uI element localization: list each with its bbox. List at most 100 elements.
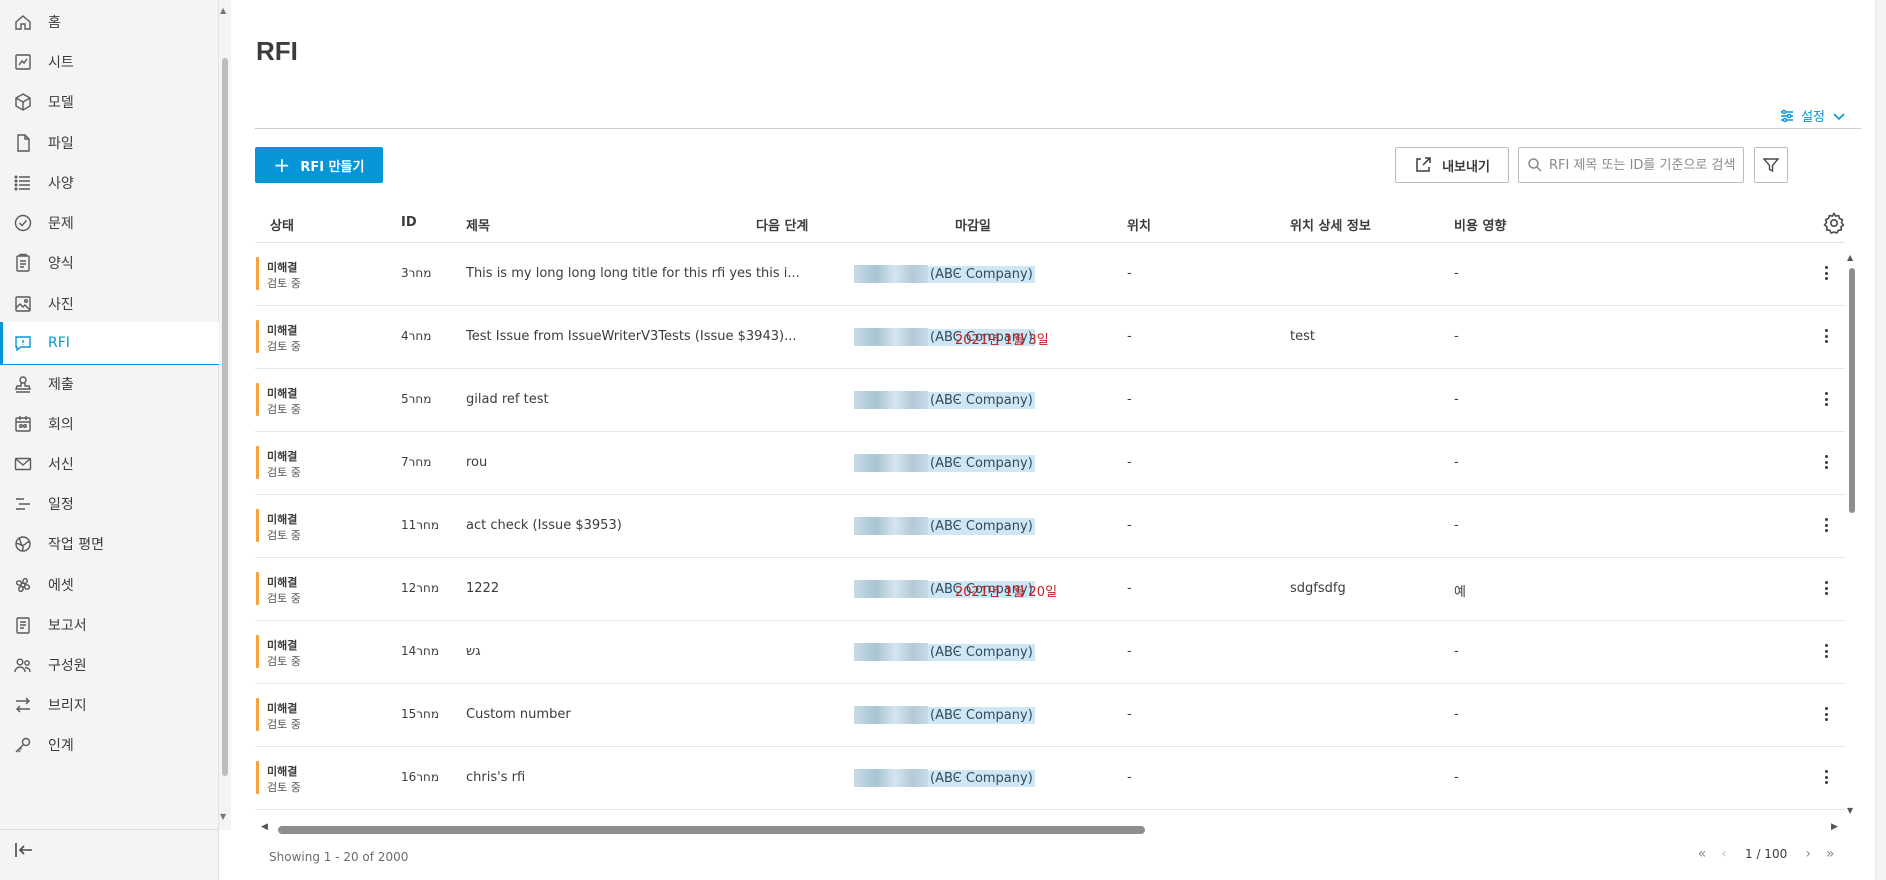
rfi-title[interactable]: 1222 bbox=[466, 581, 806, 596]
company-name: (ABC Company) bbox=[928, 706, 1035, 724]
sidebar-item-home[interactable]: 홈 bbox=[0, 0, 219, 43]
search-input[interactable] bbox=[1549, 157, 1739, 173]
scroll-up-arrow[interactable]: ▲ bbox=[220, 6, 226, 15]
next-page-icon[interactable]: › bbox=[1797, 846, 1819, 862]
table-row[interactable]: 미해결 검토 중 16מחר chris's rfi (ABC Company) - - - bbox=[255, 747, 1845, 810]
scroll-down-arrow[interactable]: ▼ bbox=[1847, 806, 1853, 815]
more-actions-icon[interactable] bbox=[1818, 515, 1834, 535]
search-field[interactable] bbox=[1518, 147, 1744, 183]
scroll-down-arrow[interactable]: ▼ bbox=[220, 812, 226, 821]
rfi-title[interactable]: גש bbox=[466, 644, 806, 659]
table-horizontal-scrollbar[interactable]: ◀ ▶ bbox=[261, 822, 1841, 836]
rfi-title[interactable]: rou bbox=[466, 455, 806, 470]
more-actions-icon[interactable] bbox=[1818, 704, 1834, 724]
rfi-id: 4מחר bbox=[401, 329, 432, 343]
sidebar-item-schedule[interactable]: 일정 bbox=[0, 482, 219, 525]
rfi-title[interactable]: chris's rfi bbox=[466, 770, 806, 785]
table-hscroll-thumb[interactable] bbox=[278, 826, 1145, 834]
window-scrollbar[interactable] bbox=[1875, 0, 1886, 880]
sidebar-scroll-thumb[interactable] bbox=[222, 58, 228, 776]
collapse-sidebar-icon[interactable] bbox=[12, 838, 36, 862]
sidebar-item-report[interactable]: 보고서 bbox=[0, 603, 219, 646]
status-label: 미해결 bbox=[267, 387, 298, 400]
sidebar-item-members[interactable]: 구성원 bbox=[0, 643, 219, 686]
sidebar-item-spec[interactable]: 사양 bbox=[0, 161, 219, 204]
table-row[interactable]: 미해결 검토 중 5מחר gilad ref test (ABC Company) - -… bbox=[255, 369, 1845, 432]
column-header-location-detail[interactable]: 위치 상세 정보 bbox=[1290, 215, 1371, 234]
column-header-due-date[interactable]: 마감일 bbox=[955, 215, 991, 234]
export-button[interactable]: 내보내기 bbox=[1395, 147, 1509, 183]
last-page-icon[interactable]: » bbox=[1819, 846, 1841, 862]
pagination-summary: Showing 1 - 20 of 2000 bbox=[269, 850, 409, 864]
location: - bbox=[1127, 770, 1132, 785]
column-header-id[interactable]: ID bbox=[401, 215, 417, 230]
scroll-right-arrow[interactable]: ▶ bbox=[1831, 822, 1838, 832]
sidebar-item-submittal[interactable]: 제출 bbox=[0, 362, 219, 405]
more-actions-icon[interactable] bbox=[1818, 326, 1834, 346]
rfi-title[interactable]: This is my long long long title for this… bbox=[466, 266, 806, 281]
mail-icon bbox=[12, 453, 34, 475]
location: - bbox=[1127, 266, 1132, 281]
status-indicator bbox=[256, 446, 259, 479]
column-header-status[interactable]: 상태 bbox=[270, 215, 294, 234]
rfi-title[interactable]: gilad ref test bbox=[466, 392, 806, 407]
sidebar-item-form[interactable]: 양식 bbox=[0, 241, 219, 284]
first-page-icon[interactable]: « bbox=[1691, 846, 1713, 862]
more-actions-icon[interactable] bbox=[1818, 452, 1834, 472]
table-vertical-scrollbar[interactable]: ▲ ▼ bbox=[1845, 253, 1859, 817]
due-date: - bbox=[955, 707, 960, 722]
sidebar-item-photo[interactable]: 사진 bbox=[0, 282, 219, 325]
create-rfi-button[interactable]: + RFI 만들기 bbox=[255, 147, 383, 183]
column-header-title[interactable]: 제목 bbox=[466, 215, 490, 234]
sidebar-item-workplane[interactable]: 작업 평면 bbox=[0, 522, 219, 565]
table-row[interactable]: 미해결 검토 중 15מחר Custom number (ABC Company) - -… bbox=[255, 684, 1845, 747]
column-header-cost-impact[interactable]: 비용 영향 bbox=[1454, 215, 1506, 234]
table-row[interactable]: 미해결 검토 중 12מחר 1222 (ABC Company) 2021년 1월 20… bbox=[255, 558, 1845, 621]
sidebar-item-file[interactable]: 파일 bbox=[0, 121, 219, 164]
filter-button[interactable] bbox=[1754, 147, 1788, 183]
prev-page-icon[interactable]: ‹ bbox=[1713, 846, 1735, 862]
sidebar-scrollbar[interactable]: ▲ ▼ bbox=[219, 0, 231, 830]
more-actions-icon[interactable] bbox=[1818, 641, 1834, 661]
company-name: (ABC Company) bbox=[928, 517, 1035, 535]
table-row[interactable]: 미해결 검토 중 3מחר This is my long long long tit… bbox=[255, 243, 1845, 306]
column-header-next-step[interactable]: 다음 단계 bbox=[756, 215, 808, 234]
members-icon bbox=[12, 654, 34, 676]
substatus-label: 검토 중 bbox=[267, 403, 301, 416]
bridge-icon bbox=[12, 694, 34, 716]
sidebar-item-issue[interactable]: 문제 bbox=[0, 201, 219, 244]
rfi-title[interactable]: Test Issue from IssueWriterV3Tests (Issu… bbox=[466, 329, 806, 344]
sidebar-item-handover[interactable]: 인계 bbox=[0, 723, 219, 766]
scroll-left-arrow[interactable]: ◀ bbox=[261, 822, 268, 832]
table-row[interactable]: 미해결 검토 중 4מחר Test Issue from IssueWriterV3… bbox=[255, 306, 1845, 369]
sidebar-item-meeting[interactable]: 회의 bbox=[0, 402, 219, 445]
status-indicator bbox=[256, 698, 259, 731]
table-row[interactable]: 미해결 검토 중 7מחר rou (ABC Company) - - - bbox=[255, 432, 1845, 495]
table-vscroll-thumb[interactable] bbox=[1849, 268, 1855, 513]
status-label: 미해결 bbox=[267, 261, 298, 274]
next-step-assignee: (ABC Company) bbox=[854, 391, 1035, 409]
title-divider bbox=[255, 128, 1861, 129]
scroll-up-arrow[interactable]: ▲ bbox=[1847, 253, 1853, 262]
sidebar-item-sheet[interactable]: 시트 bbox=[0, 40, 219, 83]
workplane-icon bbox=[12, 533, 34, 555]
rfi-title[interactable]: Custom number bbox=[466, 707, 806, 722]
status-indicator bbox=[256, 320, 259, 353]
more-actions-icon[interactable] bbox=[1818, 767, 1834, 787]
table-row[interactable]: 미해결 검토 중 11מחר act check (Issue $3953) (ABC … bbox=[255, 495, 1845, 558]
sidebar-item-model[interactable]: 모델 bbox=[0, 80, 219, 123]
more-actions-icon[interactable] bbox=[1818, 578, 1834, 598]
sidebar-item-bridge[interactable]: 브리지 bbox=[0, 683, 219, 726]
sidebar-item-asset[interactable]: 에셋 bbox=[0, 563, 219, 606]
sidebar-item-rfi[interactable]: RFI bbox=[0, 322, 219, 365]
sidebar-item-mail[interactable]: 서신 bbox=[0, 442, 219, 485]
sidebar-divider bbox=[0, 829, 219, 830]
rfi-title[interactable]: act check (Issue $3953) bbox=[466, 518, 806, 533]
more-actions-icon[interactable] bbox=[1818, 389, 1834, 409]
gear-icon[interactable] bbox=[1822, 211, 1846, 235]
settings-dropdown[interactable]: 설정 bbox=[1779, 106, 1847, 125]
column-header-location[interactable]: 위치 bbox=[1127, 215, 1151, 234]
table-row[interactable]: 미해결 검토 중 14מחר גש (ABC Company) - - - bbox=[255, 621, 1845, 684]
report-icon bbox=[12, 614, 34, 636]
more-actions-icon[interactable] bbox=[1818, 263, 1834, 283]
